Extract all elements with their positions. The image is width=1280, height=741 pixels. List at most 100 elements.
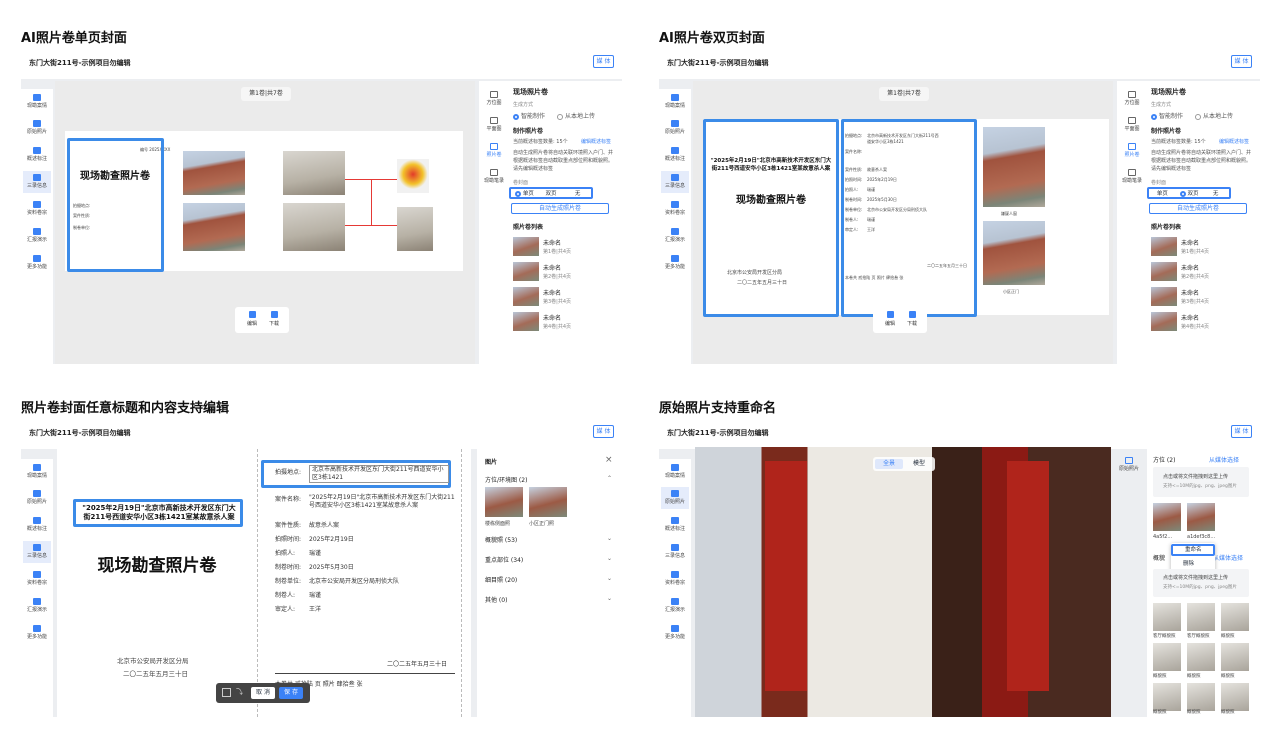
group-orientation[interactable]: 方位 (2) bbox=[1153, 455, 1175, 464]
photo-thumb[interactable] bbox=[1187, 683, 1215, 711]
tab-panorama[interactable]: 全景 bbox=[875, 459, 903, 469]
album-item[interactable]: 未命名 第2卷|共4页 bbox=[1151, 261, 1251, 283]
nav-item-more[interactable]: 更多功能 bbox=[661, 252, 689, 274]
tool-location[interactable]: 方位图 bbox=[479, 89, 509, 106]
panorama-photo[interactable]: 全景 模型 bbox=[695, 447, 1111, 717]
download-button[interactable]: 下载 bbox=[265, 311, 283, 327]
nav-item-more[interactable]: 更多功能 bbox=[661, 622, 689, 644]
seg-double[interactable]: 双页 bbox=[538, 189, 565, 197]
cover-segment[interactable]: 单页 双页 无 bbox=[509, 187, 593, 199]
rename-menu-item[interactable]: 重命名 bbox=[1171, 544, 1215, 556]
album-item[interactable]: 未命名 第1卷|共4页 bbox=[513, 236, 613, 258]
nav-item-more[interactable]: 更多功能 bbox=[23, 252, 51, 274]
photo-thumb[interactable] bbox=[1187, 503, 1215, 531]
nav-item-tags[interactable]: 概述标注 bbox=[23, 144, 51, 166]
photo-thumb[interactable] bbox=[1221, 603, 1249, 631]
pick-from-media-link[interactable]: 从媒体选择 bbox=[1213, 553, 1243, 562]
photo-thumb[interactable] bbox=[1221, 643, 1249, 671]
photo-thumb[interactable] bbox=[1153, 603, 1181, 631]
cancel-button[interactable]: 取 消 bbox=[251, 687, 275, 699]
rotate-icon[interactable]: ⤵ bbox=[236, 687, 243, 697]
nav-item-photos[interactable]: 原始照片 bbox=[661, 487, 689, 509]
case-title-input[interactable]: "2025年2月19日"北京市高新技术开发区东门大街211号西道安华小区3栋14… bbox=[79, 504, 239, 522]
nav-item-tags[interactable]: 概述标注 bbox=[661, 144, 689, 166]
nav-item-more[interactable]: 更多功能 bbox=[23, 622, 51, 644]
group-overview[interactable]: 概貌照 (53) bbox=[485, 535, 517, 544]
chevron-down-icon[interactable]: ⌄ bbox=[607, 555, 612, 562]
close-icon[interactable]: × bbox=[605, 455, 613, 465]
nav-item-case[interactable]: 现勘案情 bbox=[661, 91, 689, 113]
photo-thumb[interactable] bbox=[485, 487, 523, 517]
seg-none[interactable]: 无 bbox=[1202, 189, 1229, 197]
nav-item-case[interactable]: 现勘案情 bbox=[661, 461, 689, 483]
photo-thumb[interactable] bbox=[529, 487, 567, 517]
nav-item-records[interactable]: 三录信息 bbox=[661, 171, 689, 193]
radio-upload[interactable]: 从本地上传 bbox=[1195, 111, 1233, 120]
nav-item-files[interactable]: 资料卷宗 bbox=[23, 568, 51, 590]
group-key[interactable]: 重点部位 (34) bbox=[485, 555, 523, 564]
tool-album[interactable]: 照片卷 bbox=[1117, 141, 1147, 158]
nav-item-photos[interactable]: 原始照片 bbox=[661, 117, 689, 139]
field-value[interactable]: 瑞谨 bbox=[309, 590, 321, 599]
upload-dropzone[interactable]: 点击或将文件拖拽到这里上传 支持<=10M的jpg、png、jpeg图片 bbox=[1153, 467, 1249, 497]
pick-from-media-link[interactable]: 从媒体选择 bbox=[1209, 455, 1239, 464]
photo-thumb[interactable] bbox=[1187, 603, 1215, 631]
nav-item-files[interactable]: 资料卷宗 bbox=[23, 198, 51, 220]
auto-generate-button[interactable]: 自动生成照片卷 bbox=[511, 203, 609, 214]
media-button[interactable]: 媒 体 bbox=[1231, 55, 1252, 68]
tool-album[interactable]: 照片卷 bbox=[479, 141, 509, 158]
field-value[interactable]: 瑞谨 bbox=[309, 548, 321, 557]
tool-location[interactable]: 方位图 bbox=[1117, 89, 1147, 106]
footer-date[interactable]: 二〇二五年五月三十日 bbox=[387, 659, 447, 668]
auto-generate-button[interactable]: 自动生成照片卷 bbox=[1149, 203, 1247, 214]
nav-item-present[interactable]: 汇报演示 bbox=[23, 595, 51, 617]
nav-item-records[interactable]: 三录信息 bbox=[661, 541, 689, 563]
chevron-down-icon[interactable]: ⌄ bbox=[607, 595, 612, 602]
tab-model[interactable]: 模型 bbox=[905, 459, 933, 469]
page-indicator[interactable]: 第1卷|共7卷 bbox=[879, 87, 929, 101]
nav-item-present[interactable]: 汇报演示 bbox=[661, 225, 689, 247]
album-item[interactable]: 未命名 第3卷|共4页 bbox=[1151, 286, 1251, 308]
case-name-value[interactable]: "2025年2月19日"北京市高新技术开发区东门大街211号西道安华小区3栋14… bbox=[309, 494, 459, 510]
nav-item-tags[interactable]: 概述标注 bbox=[661, 514, 689, 536]
tool-notes[interactable]: 现勘笔录 bbox=[1117, 167, 1147, 184]
media-button[interactable]: 媒 体 bbox=[593, 55, 614, 68]
page-indicator[interactable]: 第1卷|共7卷 bbox=[241, 87, 291, 101]
album-item[interactable]: 未命名 第4卷|共4页 bbox=[513, 311, 613, 333]
radio-smart[interactable]: 智能制作 bbox=[513, 111, 545, 120]
edit-button[interactable]: 编辑 bbox=[243, 311, 261, 327]
nav-item-files[interactable]: 资料卷宗 bbox=[661, 198, 689, 220]
photo-thumb[interactable] bbox=[1187, 643, 1215, 671]
radio-smart[interactable]: 智能制作 bbox=[1151, 111, 1183, 120]
seg-single[interactable]: 单页 bbox=[1149, 189, 1176, 197]
nav-item-case[interactable]: 现勘案情 bbox=[23, 461, 51, 483]
field-value[interactable]: 王洋 bbox=[309, 604, 321, 613]
location-input[interactable]: 北京市高新技术开发区东门大街211号西道安华小区3栋1421 bbox=[309, 465, 449, 483]
album-item[interactable]: 未命名 第1卷|共4页 bbox=[1151, 236, 1251, 258]
nav-item-present[interactable]: 汇报演示 bbox=[661, 595, 689, 617]
media-button[interactable]: 媒 体 bbox=[1231, 425, 1252, 438]
edit-tags-link[interactable]: 编辑概述标签 bbox=[1219, 138, 1249, 145]
upload-dropzone[interactable]: 点击或将文件拖拽到这里上传 支持<=10M的jpg、png、jpeg图片 bbox=[1153, 569, 1249, 597]
photo-thumb[interactable] bbox=[1153, 503, 1181, 531]
seg-single[interactable]: 单页 bbox=[511, 189, 538, 197]
photo-thumb[interactable] bbox=[1221, 683, 1249, 711]
nav-item-tags[interactable]: 概述标注 bbox=[23, 514, 51, 536]
tool-floorplan[interactable]: 平面图 bbox=[479, 115, 509, 132]
group-other[interactable]: 其他 (0) bbox=[485, 595, 507, 604]
seg-none[interactable]: 无 bbox=[564, 189, 591, 197]
album-item[interactable]: 未命名 第3卷|共4页 bbox=[513, 286, 613, 308]
field-value[interactable]: 故意杀人案 bbox=[309, 520, 339, 529]
group-orientation[interactable]: 方位/环境图 (2) bbox=[485, 475, 527, 484]
seg-double[interactable]: 双页 bbox=[1176, 189, 1203, 197]
field-value[interactable]: 北京市公安局开发区分局刑侦大队 bbox=[309, 576, 399, 585]
cover-date[interactable]: 二〇二五年五月三十日 bbox=[123, 668, 188, 678]
tool-floorplan[interactable]: 平面图 bbox=[1117, 115, 1147, 132]
nav-item-case[interactable]: 现勘案情 bbox=[23, 91, 51, 113]
cover-big-title[interactable]: 现场勘查照片卷 bbox=[67, 551, 247, 576]
chevron-up-icon[interactable]: ⌃ bbox=[607, 475, 612, 482]
nav-item-files[interactable]: 资料卷宗 bbox=[661, 568, 689, 590]
media-button[interactable]: 媒 体 bbox=[593, 425, 614, 438]
edit-button[interactable]: 编辑 bbox=[881, 311, 899, 327]
field-value[interactable]: 2025年2月19日 bbox=[309, 534, 354, 543]
